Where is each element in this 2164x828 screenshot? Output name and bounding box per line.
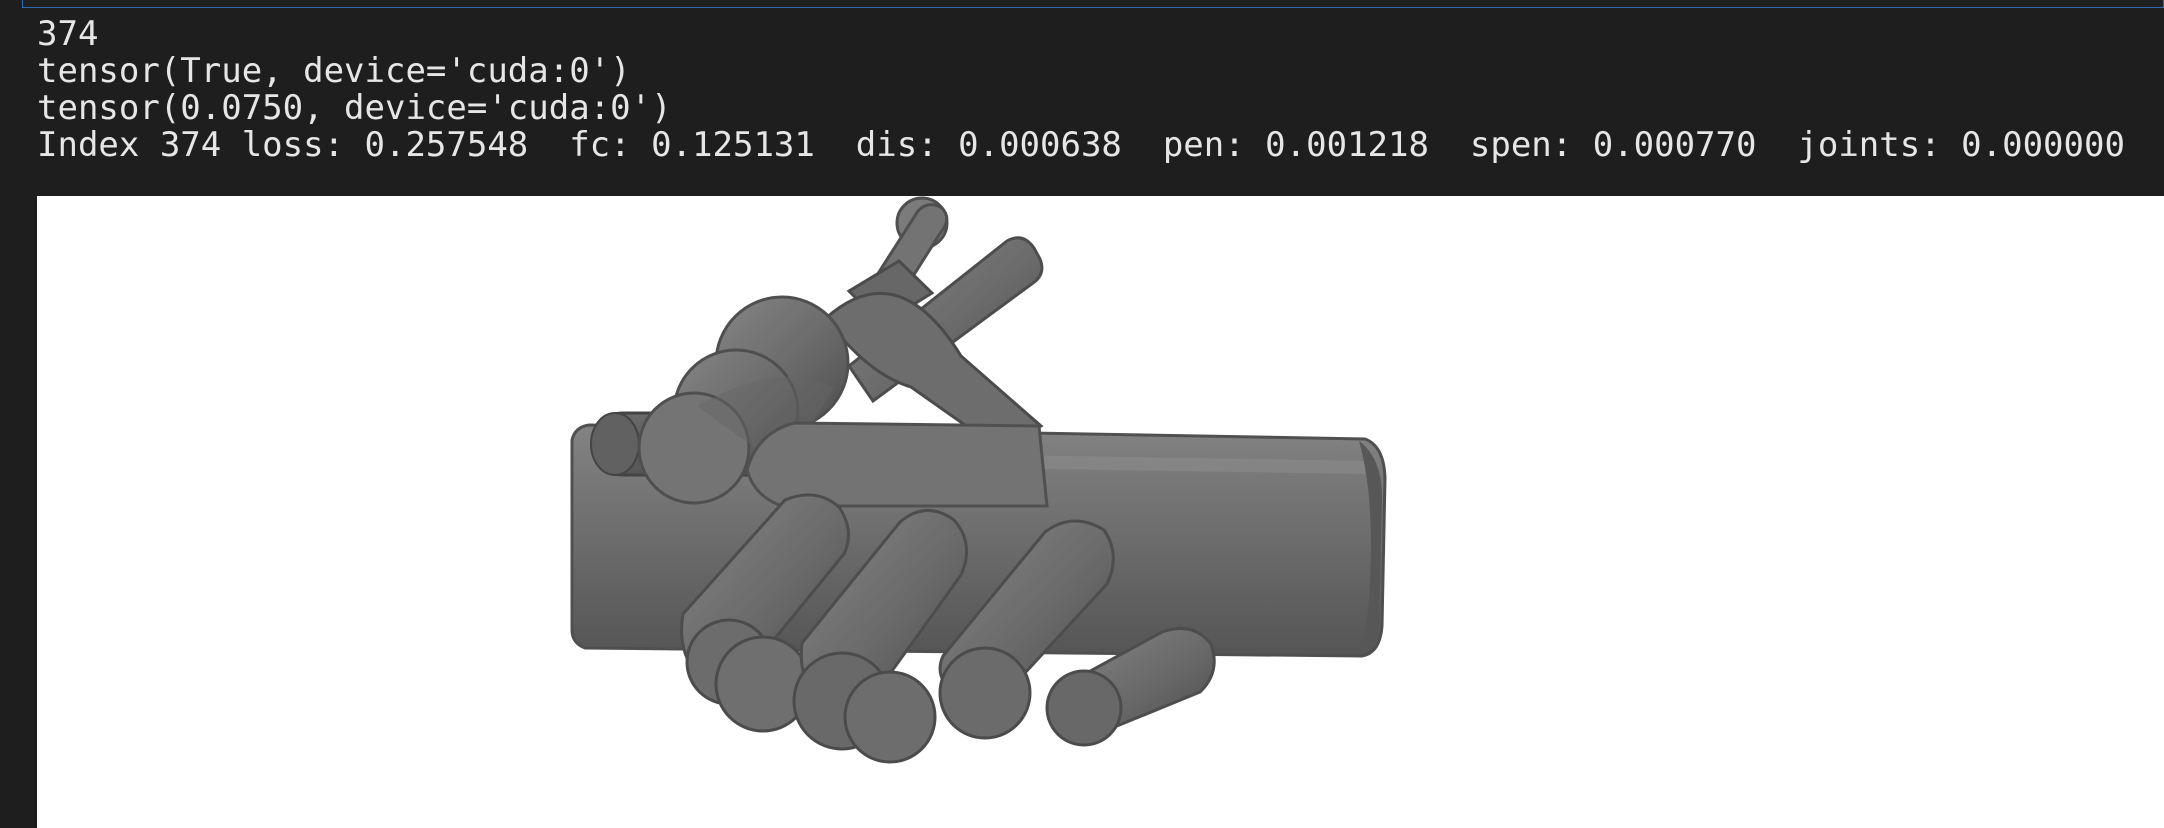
output-line-tensor-bool: tensor(True, device='cuda:0') [37, 51, 631, 91]
notebook-output-area: 374 tensor(True, device='cuda:0') tensor(0… [0, 0, 2164, 828]
output-line-index: 374 [37, 14, 99, 54]
hand-grasp-render [570, 196, 1387, 764]
output-line-tensor-value: tensor(0.0750, device='cuda:0') [37, 88, 672, 128]
output-line-loss-metrics: Index 374 loss: 0.257548 fc: 0.125131 di… [37, 125, 2125, 165]
cell-border [22, 0, 2164, 8]
palm-block [745, 421, 1049, 508]
cell-stdout: 374 tensor(True, device='cuda:0') tensor(0… [37, 16, 2125, 164]
rendered-image-output [37, 196, 2164, 828]
